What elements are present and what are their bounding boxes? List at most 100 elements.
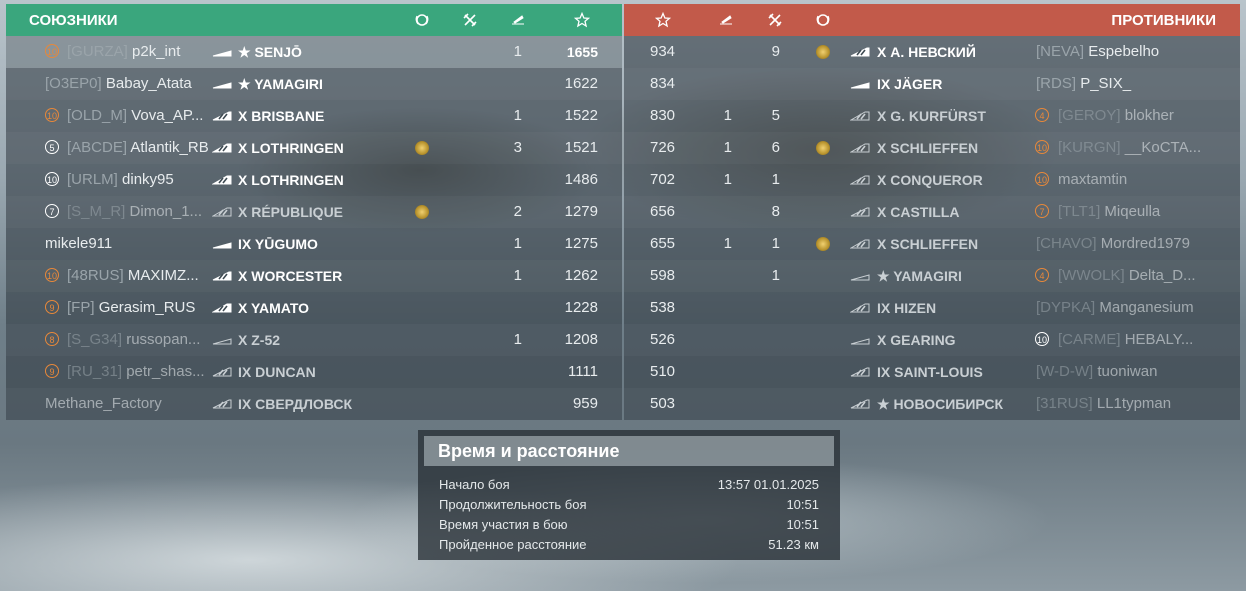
player-row[interactable]: [O3EP0] Babay_Atata ★ YAMAGIRI 1622 bbox=[6, 68, 622, 100]
kills-value: 1 bbox=[513, 267, 522, 284]
player-row[interactable]: 503 ★ НОВОСИБИРСК [31RUS] LL1typman bbox=[624, 388, 1240, 420]
info-value: 10:51 bbox=[786, 497, 819, 512]
player-row[interactable]: 510 IX SAINT-LOUIS [W-D-W] tuoniwan bbox=[624, 356, 1240, 388]
kills-value: 1 bbox=[513, 235, 522, 252]
player-row[interactable]: 7 [S_M_R] Dimon_1... X RÉPUBLIQUE 2 1279 bbox=[6, 196, 622, 228]
player-name[interactable]: [GURZA] p2k_int bbox=[67, 44, 180, 60]
player-row[interactable]: 10 [48RUS] MAXIMZ... X WORCESTER 1 1262 bbox=[6, 260, 622, 292]
kills-value: 1 bbox=[513, 331, 522, 348]
xp-value: 830 bbox=[650, 107, 676, 124]
xp-value: 1275 bbox=[564, 235, 598, 252]
laurel-icon bbox=[816, 14, 830, 26]
player-name[interactable]: Methane_Factory bbox=[45, 396, 162, 412]
player-nick: Dimon_1... bbox=[129, 203, 203, 220]
rank-badge-icon: 7 bbox=[1035, 204, 1049, 218]
player-name[interactable]: [S_M_R] Dimon_1... bbox=[67, 204, 202, 220]
player-name[interactable]: [RDS] P_SIX_ bbox=[1036, 76, 1131, 92]
player-row[interactable]: 934 9 X А. НЕВСКИЙ [NEVA] Espebelho bbox=[624, 36, 1240, 68]
xp-value: 834 bbox=[650, 75, 676, 92]
laurel-medal-icon bbox=[816, 45, 830, 59]
laurel-icon bbox=[415, 14, 429, 26]
xp-value: 726 bbox=[650, 139, 676, 156]
laurel-medal-icon bbox=[415, 141, 429, 155]
player-name[interactable]: maxtamtin bbox=[1058, 172, 1127, 188]
ship-name: X BRISBANE bbox=[238, 108, 325, 124]
player-nick: LL1typman bbox=[1096, 395, 1172, 412]
player-row[interactable]: 5 [ABCDE] Atlantik_RB X LOTHRINGEN 3 1521 bbox=[6, 132, 622, 164]
player-name[interactable]: [OLD_M] Vova_AP... bbox=[67, 108, 203, 124]
player-name[interactable]: mikele911 bbox=[45, 236, 112, 252]
player-name[interactable]: [O3EP0] Babay_Atata bbox=[45, 76, 192, 92]
clan-tag: [48RUS] bbox=[67, 267, 124, 284]
rank-badge-icon: 10 bbox=[45, 172, 59, 186]
clan-tag: [W-D-W] bbox=[1036, 363, 1094, 380]
clan-tag: [RDS] bbox=[1036, 75, 1077, 92]
cruiser-outline-ship-icon bbox=[850, 207, 870, 217]
player-row[interactable]: 10 [OLD_M] Vova_AP... X BRISBANE 1 1522 bbox=[6, 100, 622, 132]
player-name[interactable]: [CHAVO] Mordred1979 bbox=[1036, 236, 1190, 252]
laurel-medal-icon bbox=[816, 141, 830, 155]
player-name[interactable]: [ABCDE] Atlantik_RB bbox=[67, 140, 209, 156]
xp-value: 1522 bbox=[564, 107, 598, 124]
player-row[interactable]: 9 [RU_31] petr_shas... IX DUNCAN 1111 bbox=[6, 356, 622, 388]
player-row[interactable]: 702 1 1 X CONQUEROR 10 maxtamtin bbox=[624, 164, 1240, 196]
ship-name: X LOTHRINGEN bbox=[238, 140, 344, 156]
player-row[interactable]: 834 IX JÄGER [RDS] P_SIX_ bbox=[624, 68, 1240, 100]
player-row[interactable]: 526 X GEARING 10 [CARME] HEBALY... bbox=[624, 324, 1240, 356]
enemies-panel: ПРОТИВНИКИ 934 9 X А. НЕВСКИЙ [NEVA] Espebe… bbox=[624, 4, 1240, 420]
planes-value: 6 bbox=[771, 139, 780, 156]
player-nick: p2k_int bbox=[132, 43, 181, 60]
destroyer-outline-ship-icon bbox=[212, 338, 232, 345]
player-name[interactable]: [W-D-W] tuoniwan bbox=[1036, 364, 1157, 380]
ship-name: IX HIZEN bbox=[877, 300, 937, 316]
xp-value: 1521 bbox=[564, 139, 598, 156]
player-name[interactable]: [RU_31] petr_shas... bbox=[67, 364, 205, 380]
planes-icon bbox=[768, 13, 782, 27]
player-row[interactable]: 656 8 X CASTILLA 7 [TLT1] Miqeulla bbox=[624, 196, 1240, 228]
player-row[interactable]: 538 IX HIZEN [DYPKA] Manganesium bbox=[624, 292, 1240, 324]
planes-value: 1 bbox=[771, 171, 780, 188]
info-value: 13:57 01.01.2025 bbox=[717, 477, 819, 492]
player-name[interactable]: [CARME] HEBALY... bbox=[1058, 332, 1193, 348]
ship-name: X G. KURFÜRST bbox=[877, 108, 986, 124]
player-row[interactable]: 10 [GURZA] p2k_int ★ SENJŌ 1 1655 bbox=[6, 36, 622, 68]
clan-tag: [CHAVO] bbox=[1036, 235, 1097, 252]
info-title: Время и расстояние bbox=[424, 436, 834, 466]
player-name[interactable]: [GEROY] blokher bbox=[1058, 108, 1174, 124]
battleship-outline-ship-icon bbox=[850, 239, 870, 249]
player-row[interactable]: 8 [S_G34] russopan... X Z-52 1 1208 bbox=[6, 324, 622, 356]
cruiser-outline-ship-icon bbox=[212, 399, 232, 409]
battleship-outline-ship-icon bbox=[850, 175, 870, 185]
player-row[interactable]: 9 [FP] Gerasim_RUS X YAMATO 1228 bbox=[6, 292, 622, 324]
player-name[interactable]: [WWOLK] Delta_D... bbox=[1058, 268, 1196, 284]
rank-badge-icon: 5 bbox=[45, 140, 59, 154]
ship-name: X YAMATO bbox=[238, 300, 310, 316]
player-row[interactable]: 830 1 5 X G. KURFÜRST 4 [GEROY] blokher bbox=[624, 100, 1240, 132]
ship-name: ★ НОВОСИБИРСК bbox=[877, 396, 1004, 412]
xp-value: 1228 bbox=[564, 299, 598, 316]
player-name[interactable]: [KURGN] __KoCTA... bbox=[1058, 140, 1201, 156]
ship-name: IX SAINT-LOUIS bbox=[877, 364, 983, 380]
player-name[interactable]: [TLT1] Miqeulla bbox=[1058, 204, 1160, 220]
kills-value: 1 bbox=[513, 43, 522, 60]
player-row[interactable]: mikele911 IX YŪGUMO 1 1275 bbox=[6, 228, 622, 260]
player-row[interactable]: 655 1 1 X SCHLIEFFEN [CHAVO] Mordred1979 bbox=[624, 228, 1240, 260]
player-name[interactable]: [NEVA] Espebelho bbox=[1036, 44, 1159, 60]
player-row[interactable]: Methane_Factory IX СВЕРДЛОВСК 959 bbox=[6, 388, 622, 420]
rank-badge-icon: 10 bbox=[45, 268, 59, 282]
xp-value: 702 bbox=[650, 171, 676, 188]
player-name[interactable]: [31RUS] LL1typman bbox=[1036, 396, 1171, 412]
player-name[interactable]: [S_G34] russopan... bbox=[67, 332, 200, 348]
player-nick: russopan... bbox=[126, 331, 201, 348]
player-name[interactable]: [URLM] dinky95 bbox=[67, 172, 174, 188]
player-row[interactable]: 598 1 ★ YAMAGIRI 4 [WWOLK] Delta_D... bbox=[624, 260, 1240, 292]
player-name[interactable]: [FP] Gerasim_RUS bbox=[67, 300, 195, 316]
destroyer-outline-ship-icon bbox=[850, 274, 870, 281]
info-label: Время участия в бою bbox=[439, 517, 568, 532]
player-row[interactable]: 10 [URLM] dinky95 X LOTHRINGEN 1486 bbox=[6, 164, 622, 196]
player-row[interactable]: 726 1 6 X SCHLIEFFEN 10 [KURGN] __KoCTA... bbox=[624, 132, 1240, 164]
cruiser-outline-ship-icon bbox=[850, 367, 870, 377]
player-nick: Atlantik_RB bbox=[130, 139, 209, 156]
player-name[interactable]: [48RUS] MAXIMZ... bbox=[67, 268, 199, 284]
player-name[interactable]: [DYPKA] Manganesium bbox=[1036, 300, 1194, 316]
